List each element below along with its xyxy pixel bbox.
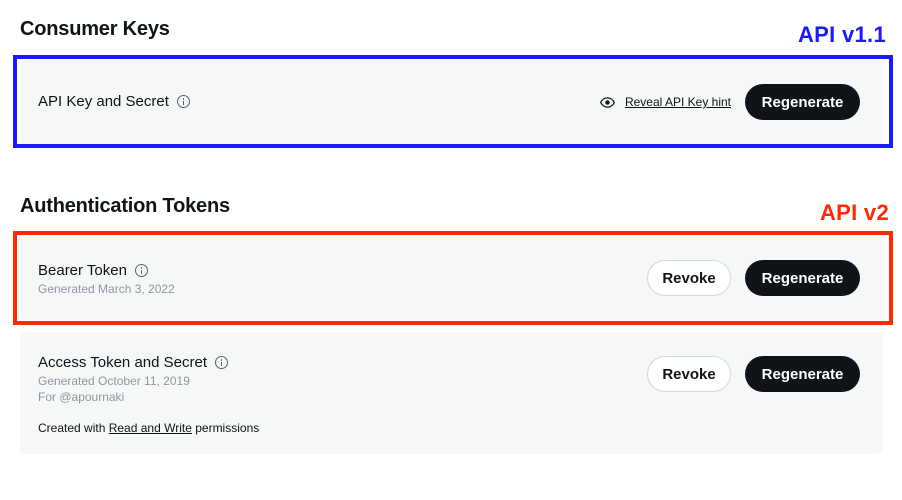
read-and-write-link[interactable]: Read and Write bbox=[109, 421, 192, 435]
api-v11-annotation: API v1.1 bbox=[797, 22, 886, 47]
revoke-access-button[interactable]: Revoke bbox=[647, 356, 731, 392]
regenerate-access-button[interactable]: Regenerate bbox=[745, 356, 860, 392]
access-token-card: Access Token and Secret Generated Octobe… bbox=[20, 332, 883, 454]
permissions-text: permissions bbox=[195, 421, 260, 435]
access-for-user: For @apournaki bbox=[38, 390, 125, 404]
api-v2-annotation: API v2 bbox=[819, 200, 889, 225]
bearer-token-label: Bearer Token bbox=[38, 262, 127, 279]
api-key-row-label: API Key and Secret bbox=[38, 93, 190, 110]
bearer-token-row-label: Bearer Token bbox=[38, 262, 148, 279]
reveal-hint[interactable]: Reveal API Key hint bbox=[599, 95, 731, 109]
info-icon[interactable] bbox=[176, 95, 190, 108]
regenerate-api-key-button[interactable]: Regenerate bbox=[745, 84, 860, 120]
regenerate-bearer-button[interactable]: Regenerate bbox=[745, 260, 860, 296]
info-icon[interactable] bbox=[134, 264, 148, 277]
access-generated-date: Generated October 11, 2019 bbox=[38, 374, 190, 388]
section-title-consumer-keys: Consumer Keys bbox=[20, 18, 170, 40]
access-token-row-label: Access Token and Secret bbox=[38, 354, 228, 371]
bearer-token-card: Bearer Token Generated March 3, 2022 Rev… bbox=[20, 237, 883, 321]
api-key-card: API Key and Secret Reveal API Key hint R… bbox=[20, 60, 883, 146]
reveal-api-key-hint-link[interactable]: Reveal API Key hint bbox=[625, 95, 731, 109]
api-key-label: API Key and Secret bbox=[38, 93, 169, 110]
access-permissions-line: Created with Read and Write permissions bbox=[38, 421, 259, 435]
created-with-text: Created with bbox=[38, 421, 106, 435]
access-token-label: Access Token and Secret bbox=[38, 354, 207, 371]
revoke-bearer-button[interactable]: Revoke bbox=[647, 260, 731, 296]
info-icon[interactable] bbox=[214, 356, 228, 369]
bearer-generated-date: Generated March 3, 2022 bbox=[38, 282, 175, 296]
section-title-authentication-tokens: Authentication Tokens bbox=[20, 195, 230, 217]
eye-icon bbox=[599, 96, 615, 108]
